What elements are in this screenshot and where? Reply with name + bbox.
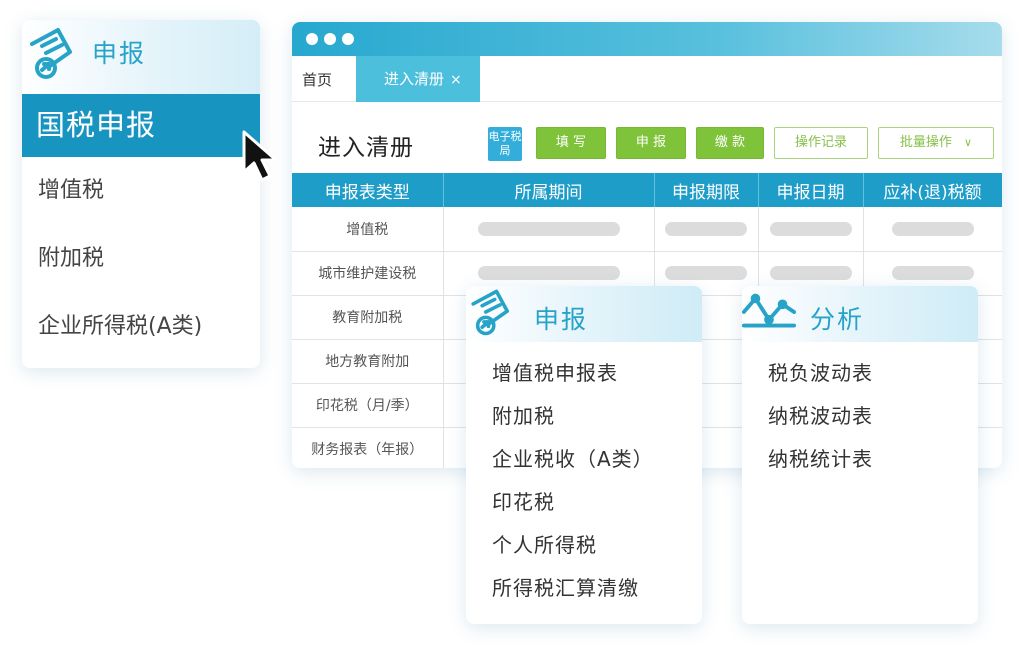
menu-item-vat[interactable]: 增值税: [22, 157, 260, 225]
report-menu-header: 申报: [466, 286, 702, 342]
etax-logo: 电子税局: [488, 127, 522, 161]
batch-operation-dropdown[interactable]: 批量操作 ∨: [878, 127, 994, 159]
chart-icon: [742, 293, 796, 328]
chevron-down-icon: ∨: [964, 136, 973, 149]
list-item[interactable]: 企业税收（A类）: [492, 443, 702, 486]
declare-menu-title: 申报: [92, 39, 147, 68]
placeholder-cell: [443, 207, 655, 252]
placeholder-cell: [863, 207, 1002, 252]
list-item[interactable]: 印花税: [492, 486, 702, 529]
row-type: 增值税: [292, 207, 444, 252]
declare-menu-card: 申报 国税申报 增值税 附加税 企业所得税(A类): [22, 20, 260, 368]
list-item[interactable]: 纳税统计表: [768, 443, 978, 486]
list-item[interactable]: 增值税申报表: [492, 357, 702, 400]
column-header: 所属期间: [443, 173, 655, 207]
tab-bar: 首页 进入清册 ×: [292, 56, 1002, 102]
tab-checklist-label: 进入清册: [384, 70, 445, 88]
window-dot: [342, 33, 354, 45]
tab-home[interactable]: 首页: [302, 69, 332, 90]
row-type: 印花税（月/季）: [292, 383, 444, 428]
menu-item-national-tax[interactable]: 国税申报: [22, 94, 260, 157]
report-menu-title: 申报: [534, 305, 589, 334]
document-icon: [471, 289, 510, 336]
history-button[interactable]: 操作记录: [774, 127, 868, 159]
document-icon: [30, 28, 72, 79]
list-item[interactable]: 附加税: [492, 400, 702, 443]
menu-item-corporate-income-tax[interactable]: 企业所得税(A类): [22, 293, 260, 361]
column-header: 申报表类型: [292, 173, 444, 207]
placeholder-cell: [758, 207, 864, 252]
cursor-icon: [242, 130, 278, 182]
column-header: 申报日期: [758, 173, 864, 207]
declare-menu-header: 申报: [22, 20, 260, 94]
fill-button[interactable]: 填 写: [536, 127, 606, 159]
list-item[interactable]: 纳税波动表: [768, 400, 978, 443]
table-header-row: 申报表类型 所属期间 申报期限 申报日期 应补(退)税额: [292, 173, 1002, 207]
list-item[interactable]: 个人所得税: [492, 529, 702, 572]
analysis-menu-card: 分析 税负波动表 纳税波动表 纳税统计表: [742, 286, 978, 624]
analysis-menu-header: 分析: [742, 286, 978, 342]
window-dot: [306, 33, 318, 45]
report-menu-list: 增值税申报表 附加税 企业税收（A类） 印花税 个人所得税 所得税汇算清缴: [466, 342, 702, 615]
window-title-bar: [292, 22, 1002, 56]
window-dot: [324, 33, 336, 45]
table-row[interactable]: 增值税: [292, 207, 1002, 252]
menu-item-surcharge[interactable]: 附加税: [22, 225, 260, 293]
report-menu-card: 申报 增值税申报表 附加税 企业税收（A类） 印花税 个人所得税 所得税汇算清缴: [466, 286, 702, 624]
column-header: 应补(退)税额: [863, 173, 1002, 207]
tab-checklist[interactable]: 进入清册 ×: [356, 56, 480, 102]
row-type: 地方教育附加: [292, 339, 444, 384]
list-item[interactable]: 所得税汇算清缴: [492, 572, 702, 615]
list-item[interactable]: 税负波动表: [768, 357, 978, 400]
column-header: 申报期限: [654, 173, 759, 207]
analysis-menu-list: 税负波动表 纳税波动表 纳税统计表: [742, 342, 978, 486]
declare-button[interactable]: 申 报: [616, 127, 686, 159]
batch-operation-label: 批量操作: [899, 135, 952, 150]
row-type: 财务报表（年报）: [292, 427, 444, 468]
close-icon[interactable]: ×: [450, 72, 462, 88]
row-type: 城市维护建设税: [292, 251, 444, 296]
pay-button[interactable]: 缴 款: [696, 127, 764, 159]
placeholder-cell: [654, 207, 759, 252]
analysis-menu-title: 分析: [810, 305, 865, 334]
page-title: 进入清册: [318, 135, 414, 161]
row-type: 教育附加税: [292, 295, 444, 340]
